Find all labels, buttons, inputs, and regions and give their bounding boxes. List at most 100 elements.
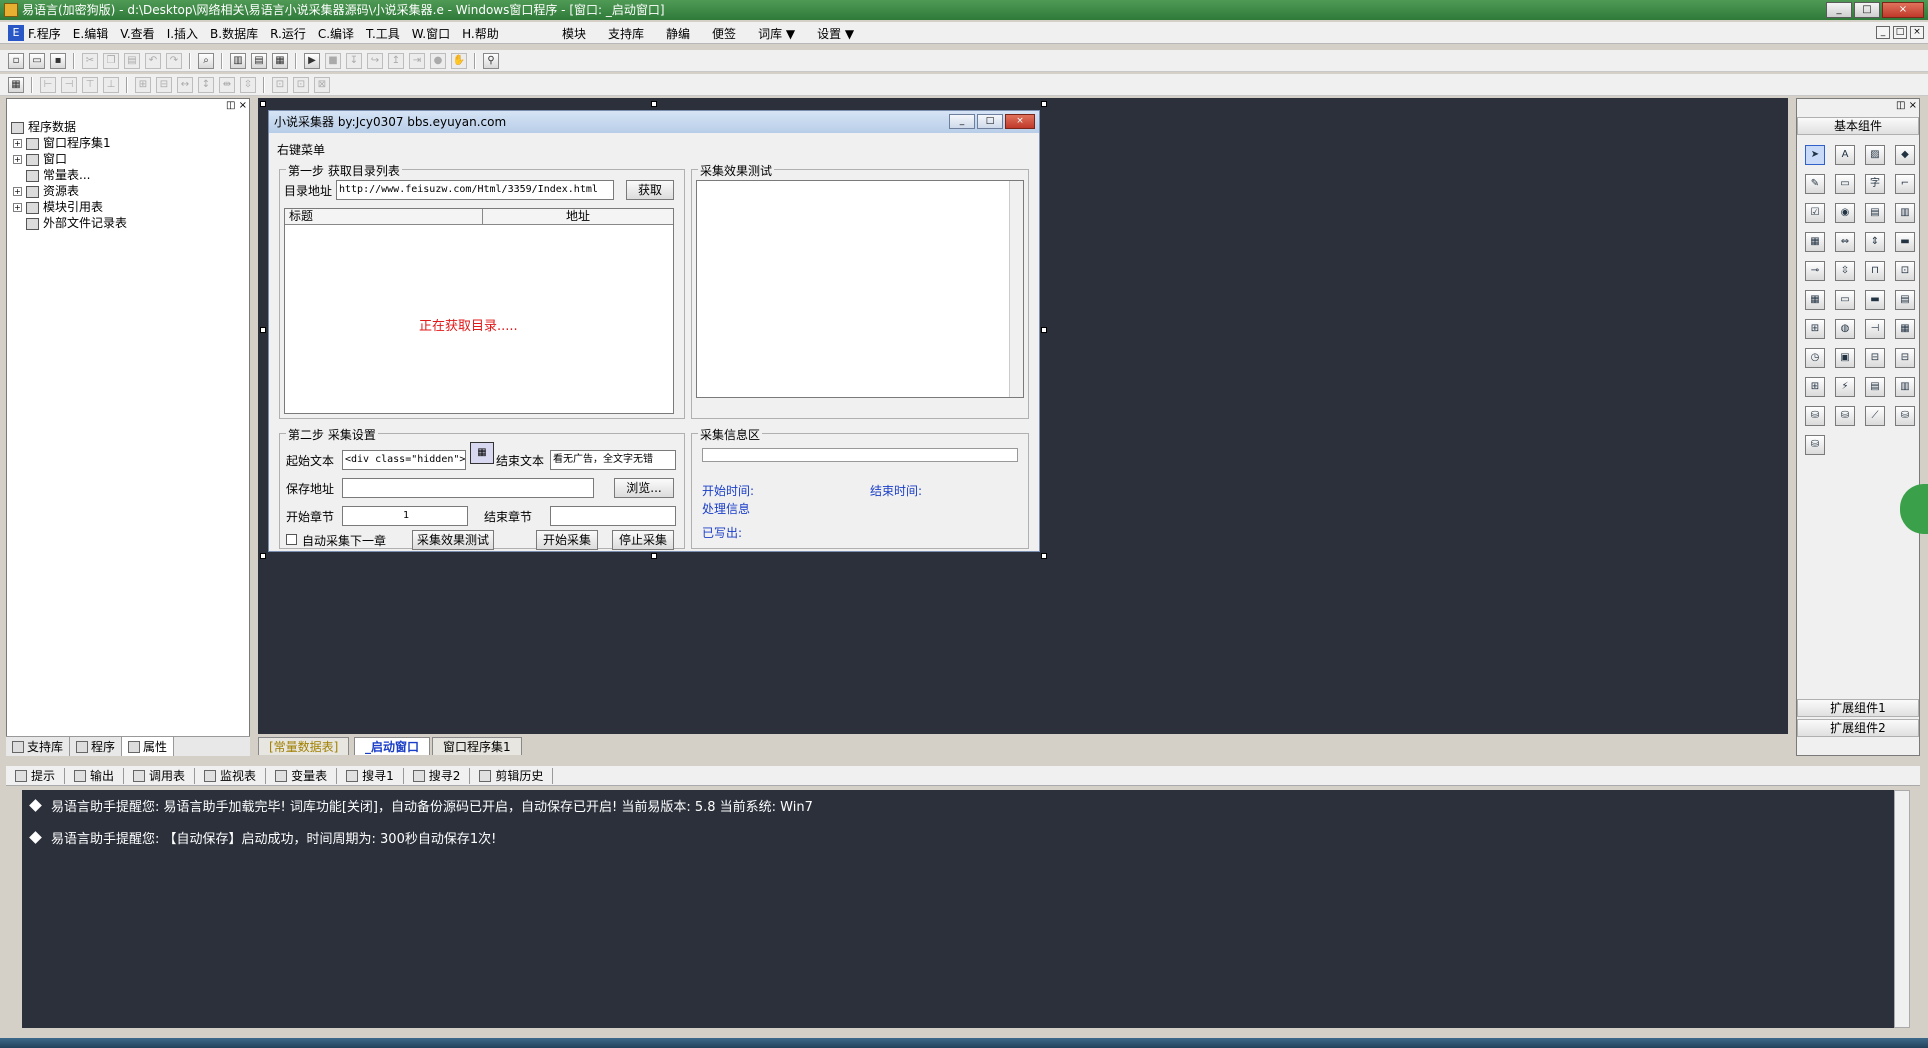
scrollbar-h-icon[interactable]: ⇔ [1835, 232, 1855, 252]
step-over-icon[interactable]: ↪ [367, 53, 383, 69]
output-console[interactable]: 易语言助手提醒您: 易语言助手加载完毕! 词库功能[关闭]，自动备份源码已开启，… [22, 790, 1894, 1028]
tab-call-stack[interactable]: 调用表 [124, 767, 196, 784]
step-out-icon[interactable]: ↥ [388, 53, 404, 69]
start-collect-button[interactable]: 开始采集 [536, 530, 598, 550]
undo-icon[interactable]: ↶ [145, 53, 161, 69]
split-icon[interactable]: ⊣ [1865, 319, 1885, 339]
copy-icon[interactable]: ❐ [103, 53, 119, 69]
designed-form[interactable]: 小说采集器 by:Jcy0307 bbs.eyuyan.com _ □ × 右键… [268, 110, 1040, 552]
menu-insert[interactable]: I.插入 [167, 25, 198, 42]
step-into-icon[interactable]: ↧ [346, 53, 362, 69]
menu-module[interactable]: 模块 [562, 25, 586, 42]
menu-edit[interactable]: E.编辑 [73, 25, 108, 42]
save-path-input[interactable] [342, 478, 594, 498]
open-folder-icon[interactable]: ▭ [29, 53, 45, 69]
client-icon[interactable]: ⊞ [1805, 377, 1825, 397]
column-title[interactable]: 标题 [285, 209, 483, 225]
preview-textbox[interactable] [696, 180, 1024, 398]
tree-node-window-assembly[interactable]: + 窗口程序集1 [11, 135, 127, 151]
column-address[interactable]: 地址 [483, 209, 673, 225]
data-provider-icon[interactable]: ▥ [1895, 377, 1915, 397]
tree-node-resources[interactable]: + 资源表 [11, 183, 127, 199]
space-vertical-icon[interactable]: ⇳ [240, 77, 256, 93]
basic-components-tab[interactable]: 基本组件 [1797, 117, 1919, 135]
odbc-source-icon[interactable]: ⛁ [1805, 435, 1825, 455]
tab-window-assembly[interactable]: 窗口程序集1 [432, 737, 522, 755]
data-source-icon[interactable]: ▤ [1865, 377, 1885, 397]
align-right-icon[interactable]: ⊣ [61, 77, 77, 93]
run-to-cursor-icon[interactable]: ⇥ [409, 53, 425, 69]
grid-icon[interactable]: ▦ [8, 77, 24, 93]
minimize-button[interactable]: _ [1826, 2, 1852, 18]
progress-icon[interactable]: ▬ [1895, 232, 1915, 252]
hand-icon[interactable]: ✋ [451, 53, 467, 69]
menu-database[interactable]: B.数据库 [210, 25, 258, 42]
resize-handle[interactable] [260, 327, 266, 333]
same-width-icon[interactable]: ↔ [177, 77, 193, 93]
control-icon[interactable]: ▦ [470, 442, 494, 464]
calendar-icon[interactable]: ▦ [1805, 290, 1825, 310]
center-form-v-icon[interactable]: ⊡ [293, 77, 309, 93]
tree-node-external-files[interactable]: 外部文件记录表 [11, 215, 127, 231]
combobox-icon[interactable]: ▥ [1895, 203, 1915, 223]
status-bar-icon[interactable]: ▭ [1835, 290, 1855, 310]
maximize-button[interactable]: □ [1854, 2, 1880, 18]
menu-view[interactable]: V.查看 [120, 25, 154, 42]
resize-handle[interactable] [1041, 327, 1047, 333]
frame-icon[interactable]: ▭ [1835, 174, 1855, 194]
listbox-icon[interactable]: ▤ [1865, 203, 1885, 223]
browse-button[interactable]: 浏览... [614, 478, 674, 498]
expand-icon[interactable]: + [13, 203, 22, 212]
menu-compile[interactable]: C.编译 [318, 25, 354, 42]
menu-run[interactable]: R.运行 [270, 25, 306, 42]
menu-support-lib[interactable]: 支持库 [608, 25, 644, 42]
panel-pin-icon[interactable]: ◫ [1896, 100, 1905, 111]
context-menu-label[interactable]: 右键菜单 [277, 141, 325, 158]
menu-static-compile[interactable]: 静编 [666, 25, 690, 42]
tree-view-icon[interactable]: ⊞ [1805, 319, 1825, 339]
tab-properties[interactable]: 属性 [122, 737, 175, 756]
chart-icon[interactable]: ⟋ [1865, 406, 1885, 426]
center-form-h-icon[interactable]: ⊡ [272, 77, 288, 93]
menu-notes[interactable]: 便签 [712, 25, 736, 42]
mdi-minimize-button[interactable]: _ [1876, 26, 1890, 39]
tab-program[interactable]: 程序 [70, 737, 123, 756]
tree-node-window[interactable]: + 窗口 [11, 151, 127, 167]
odbc-icon[interactable]: ⛁ [1895, 406, 1915, 426]
menu-tools[interactable]: T.工具 [366, 25, 400, 42]
space-horizontal-icon[interactable]: ⇹ [219, 77, 235, 93]
end-text-input[interactable]: 看无广告，全文字无错 [550, 450, 676, 470]
save-icon[interactable]: ▪ [50, 53, 66, 69]
line-icon[interactable]: ⌐ [1895, 174, 1915, 194]
redo-icon[interactable]: ↷ [166, 53, 182, 69]
same-height-icon[interactable]: ↕ [198, 77, 214, 93]
test-collect-button[interactable]: 采集效果测试 [412, 530, 494, 550]
table-icon[interactable]: ▦ [1895, 319, 1915, 339]
close-button[interactable]: × [1882, 2, 1924, 18]
network-server-icon[interactable]: ⊟ [1895, 348, 1915, 368]
start-chapter-input[interactable]: 1 [342, 506, 468, 526]
panel-close-icon[interactable]: × [1909, 100, 1917, 111]
spin-icon[interactable]: ⇳ [1835, 261, 1855, 281]
ext-components-2-tab[interactable]: 扩展组件2 [1797, 719, 1919, 737]
stop-collect-button[interactable]: 停止采集 [612, 530, 674, 550]
timer-window-icon[interactable]: ⊡ [1895, 261, 1915, 281]
stop-icon[interactable]: ■ [325, 53, 341, 69]
folder-icon[interactable]: ▬ [1865, 290, 1885, 310]
expand-icon[interactable]: + [13, 139, 22, 148]
tree-root[interactable]: 程序数据 [11, 119, 127, 135]
menu-dictionary[interactable]: 词库 ▼ [758, 25, 795, 42]
resize-handle[interactable] [651, 101, 657, 107]
resize-handle[interactable] [651, 553, 657, 559]
serial-icon[interactable]: ⚡ [1835, 377, 1855, 397]
align-bottom-icon[interactable]: ⊥ [103, 77, 119, 93]
cut-icon[interactable]: ✂ [82, 53, 98, 69]
align-top-icon[interactable]: ⊤ [82, 77, 98, 93]
tree-node-constants[interactable]: 常量表... [11, 167, 127, 183]
output-scrollbar[interactable] [1894, 790, 1910, 1028]
menu-program[interactable]: F.程序 [28, 25, 61, 42]
shape-icon[interactable]: ◆ [1895, 145, 1915, 165]
end-chapter-input[interactable] [550, 506, 676, 526]
auto-next-checkbox[interactable] [286, 534, 297, 545]
tree-node-modules[interactable]: + 模块引用表 [11, 199, 127, 215]
